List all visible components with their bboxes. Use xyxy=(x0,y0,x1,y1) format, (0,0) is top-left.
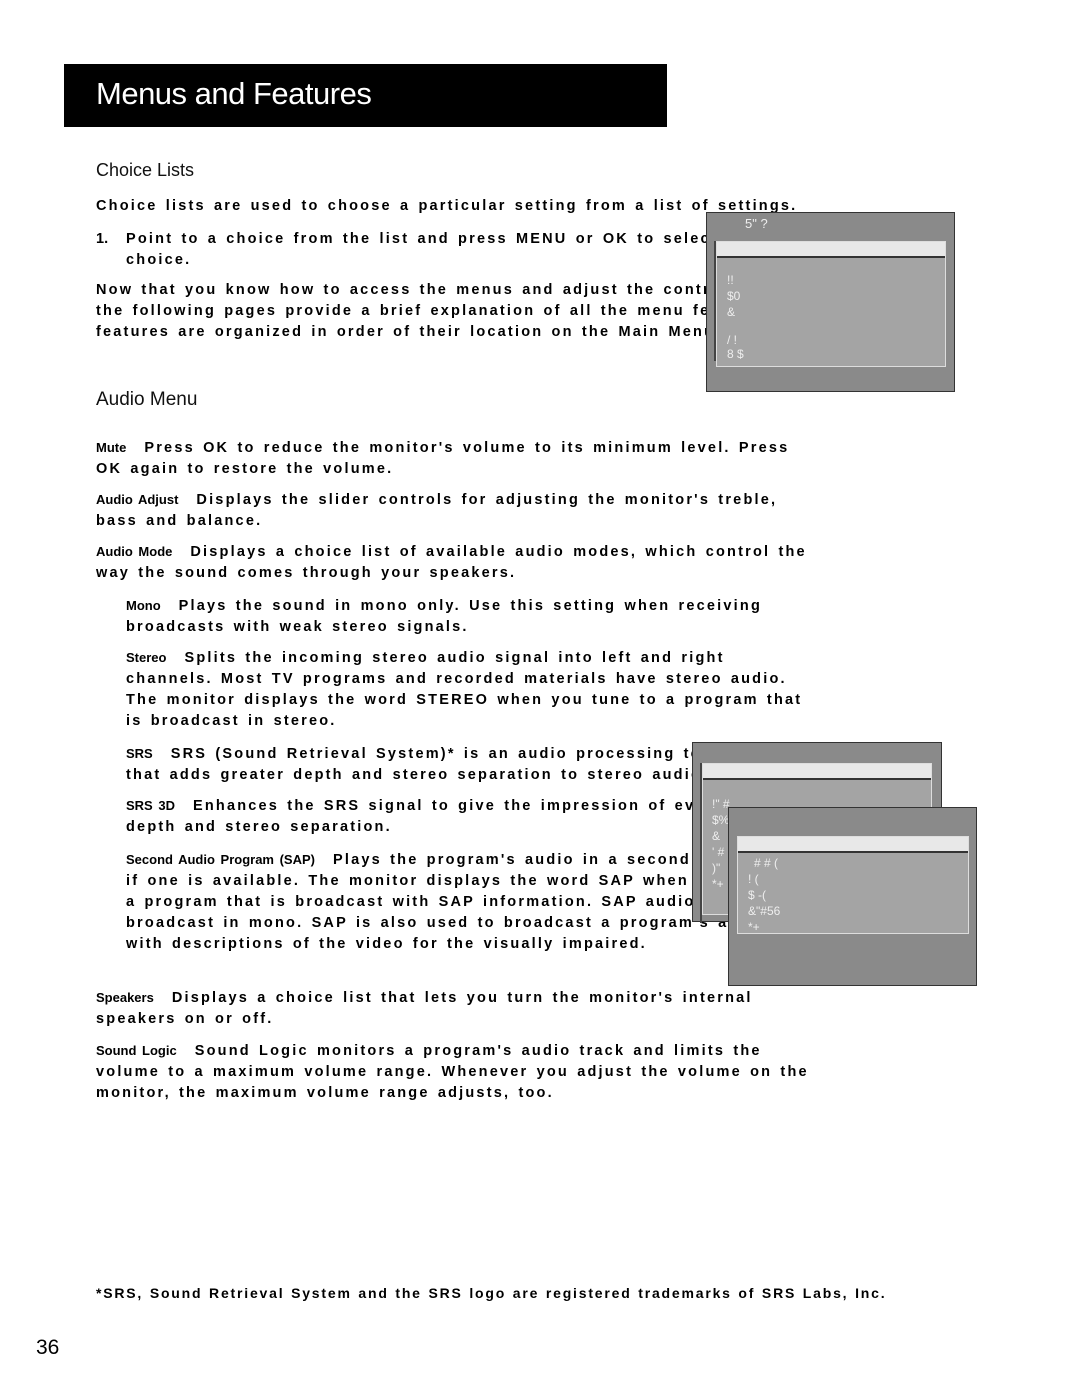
tv-menu-highlight xyxy=(717,242,945,258)
tv-menu-item: &"#56 xyxy=(748,904,781,918)
term-label: Audio Mode xyxy=(96,544,173,559)
tv-menu-screenshot: 5" ? !! $0 & / ! 8 $ xyxy=(706,212,955,392)
audio-item-sound-logic: Sound Logic Sound Logic monitors a progra… xyxy=(96,1040,816,1104)
tv-menu-item: # # ( xyxy=(754,856,779,870)
step-number: 1. xyxy=(96,231,109,247)
tv-menu-highlight xyxy=(703,764,931,780)
tv-menu-title: 5" ? xyxy=(745,216,768,231)
term-description: Press OK to reduce the monitor's volume … xyxy=(96,440,790,477)
term-label: Audio Adjust xyxy=(96,492,179,507)
tv-menu-item: $% xyxy=(712,813,730,827)
page-title: Menus and Features xyxy=(96,76,372,111)
term-description: Sound Logic monitors a program's audio t… xyxy=(96,1043,809,1101)
page-number: 36 xyxy=(36,1336,60,1359)
term-label: Second Audio Program (SAP) xyxy=(126,852,315,867)
term-description: Splits the incoming stereo audio signal … xyxy=(126,650,803,729)
tv-menu-item: $ -( xyxy=(748,888,766,902)
audio-item-mute: Mute Press OK to reduce the monitor's vol… xyxy=(96,437,816,480)
audio-item-speakers: Speakers Displays a choice list that lets… xyxy=(96,987,816,1030)
trademark-footnote: *SRS, Sound Retrieval System and the SRS… xyxy=(96,1285,887,1301)
tv-menu-item: $0 xyxy=(727,289,741,303)
tv-menu-item: & xyxy=(712,829,721,843)
term-label: Mono xyxy=(126,598,161,613)
tv-menu-item: )" xyxy=(712,861,721,875)
header-bar: Menus and Features xyxy=(64,64,667,127)
term-label: Mute xyxy=(96,440,127,455)
term-label: Stereo xyxy=(126,650,167,665)
audio-mode-stereo: Stereo Splits the incoming stereo audio s… xyxy=(126,647,806,732)
term-label: SRS xyxy=(126,746,153,761)
tv-menu-item: *+ xyxy=(748,920,760,934)
tv-menu-item: ' # xyxy=(712,845,725,859)
term-description: Displays a choice list of available audi… xyxy=(96,544,807,581)
term-label: Sound Logic xyxy=(96,1043,177,1058)
step-text: Point to a choice from the list and pres… xyxy=(126,231,762,268)
audio-mode-mono: Mono Plays the sound in mono only. Use th… xyxy=(126,595,806,638)
tv-menu-panel: !! $0 & / ! 8 $ xyxy=(716,241,946,367)
term-label: SRS 3D xyxy=(126,798,175,813)
term-label: Speakers xyxy=(96,990,154,1005)
tv-menu-item: *+ xyxy=(712,877,724,891)
audio-item-audio-mode: Audio Mode Displays a choice list of avai… xyxy=(96,541,816,584)
term-description: Displays a choice list that lets you tur… xyxy=(96,990,753,1027)
term-description: Displays the slider controls for adjusti… xyxy=(96,492,778,529)
tv-menu-item: !" # xyxy=(712,797,730,811)
tv-audio-mode-screenshot: # # ( ! ( $ -( &"#56 *+ xyxy=(728,807,977,986)
tv-menu-item: ! ( xyxy=(748,872,759,886)
section-heading-choice-lists: Choice Lists xyxy=(96,160,195,180)
tv-menu-item: 8 $ xyxy=(727,347,744,361)
term-description: SRS (Sound Retrieval System)* is an audi… xyxy=(126,746,783,783)
tv-menu-item: & xyxy=(727,305,736,319)
term-description: Enhances the SRS signal to give the impr… xyxy=(126,798,790,835)
section-heading-audio-menu: Audio Menu xyxy=(96,389,198,410)
term-description: Plays the sound in mono only. Use this s… xyxy=(126,598,763,635)
tv-audio-mode-panel: # # ( ! ( $ -( &"#56 *+ xyxy=(737,836,969,934)
tv-menu-highlight xyxy=(738,837,968,853)
tv-menu-item: !! xyxy=(727,273,734,287)
audio-item-audio-adjust: Audio Adjust Displays the slider controls… xyxy=(96,489,816,532)
